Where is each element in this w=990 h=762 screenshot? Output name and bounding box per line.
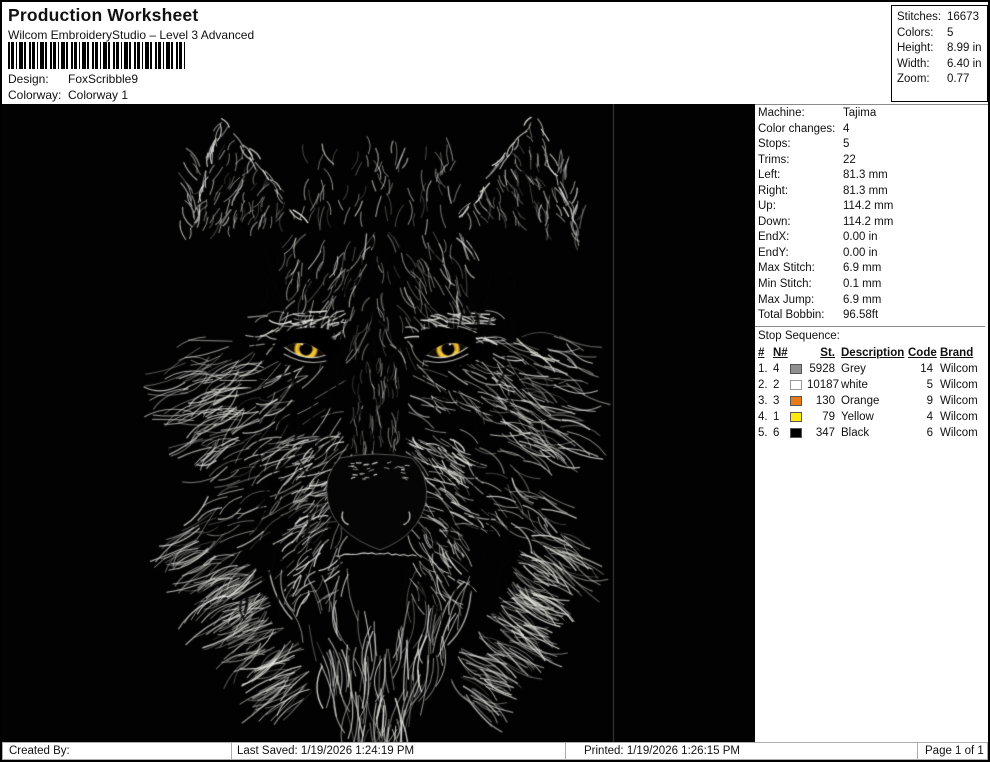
up-row: Up: 114.2 mm: [758, 200, 894, 213]
design-stats-box: Stitches: 16673 Colors: 5 Height: 8.99 in W…: [891, 5, 988, 102]
thread-swatch-grey: [790, 363, 802, 374]
wolf-design-preview: [2, 104, 755, 742]
last-saved-cell: Last Saved: 1/19/2026 1:24:19 PM: [232, 742, 566, 760]
stat-row-colors: Colors: 5: [897, 26, 954, 39]
design-barcode: [8, 42, 185, 69]
col-st: St.: [820, 346, 835, 359]
col-description: Description: [841, 346, 905, 359]
color-changes-row: Color changes: 4: [758, 122, 850, 135]
stop-sequence-header: # N# St. Description Code Brand: [758, 345, 984, 361]
created-by-cell: Created By:: [2, 742, 232, 760]
thread-swatch-yellow: [790, 411, 802, 422]
max-stitch-row: Max Stitch: 6.9 mm: [758, 262, 882, 275]
total-bobbin-row: Total Bobbin: 96.58ft: [758, 309, 879, 322]
machine-info-panel: Machine: Tajima Color changes: 4 Stops: 5 T…: [755, 104, 988, 742]
stat-row-stitches: Stitches: 16673: [897, 11, 979, 23]
thread-swatch-black: [790, 427, 802, 438]
panel-divider: [755, 325, 985, 327]
thread-swatch-white: [790, 379, 802, 390]
worksheet-footer: Created By: Last Saved: 1/19/2026 1:24:1…: [2, 742, 988, 760]
colorway-label: Colorway:: [8, 88, 62, 102]
stops-row: Stops: 5: [758, 138, 850, 151]
thread-swatch-orange: [790, 395, 802, 406]
stop-sequence-table: # N# St. Description Code Brand 1. 4 592…: [758, 345, 984, 441]
down-row: Down: 114.2 mm: [758, 215, 894, 228]
stop-row-5: 5. 6 347 Black 6 Wilcom: [758, 426, 978, 439]
stop-row-4: 4. 1 79 Yellow 4 Wilcom: [758, 410, 978, 423]
page-title: Production Worksheet: [8, 5, 199, 25]
col-brand: Brand: [940, 346, 974, 359]
stop-row-2: 2. 2 10187 white 5 Wilcom: [758, 378, 978, 391]
machine-row: Machine: Tajima: [758, 107, 877, 119]
design-value: FoxScribble9: [68, 72, 139, 86]
endx-row: EndX: 0.00 in: [758, 231, 878, 244]
stop-sequence-title: Stop Sequence:: [758, 329, 840, 342]
left-row: Left: 81.3 mm: [758, 169, 888, 182]
endy-row: EndY: 0.00 in: [758, 246, 878, 259]
trims-row: Trims: 22: [758, 153, 856, 166]
colorway-row: Colorway: Colorway 1: [8, 88, 128, 102]
min-stitch-row: Min Stitch: 0.1 mm: [758, 278, 882, 291]
printed-cell: Printed: 1/19/2026 1:26:15 PM: [566, 742, 918, 760]
app-subtitle: Wilcom EmbroideryStudio – Level 3 Advanc…: [8, 28, 255, 42]
max-jump-row: Max Jump: 6.9 mm: [758, 293, 882, 306]
right-row: Right: 81.3 mm: [758, 184, 888, 197]
design-row: Design: FoxScribble9: [8, 72, 138, 86]
design-label: Design:: [8, 72, 49, 86]
col-code: Code: [908, 346, 937, 359]
stat-row-height: Height: 8.99 in: [897, 42, 982, 55]
page-number-cell: Page 1 of 1: [918, 742, 988, 760]
production-worksheet-page: Production Worksheet Wilcom EmbroiderySt…: [0, 0, 990, 762]
stat-row-zoom: Zoom: 0.77: [897, 73, 970, 86]
colorway-value: Colorway 1: [68, 88, 129, 102]
col-n: N#: [773, 346, 788, 359]
stat-row-width: Width: 6.40 in: [897, 57, 982, 70]
stop-row-1: 1. 4 5928 Grey 14 Wilcom: [758, 362, 978, 375]
stop-row-3: 3. 3 130 Orange 9 Wilcom: [758, 394, 978, 407]
col-num: #: [758, 346, 765, 359]
